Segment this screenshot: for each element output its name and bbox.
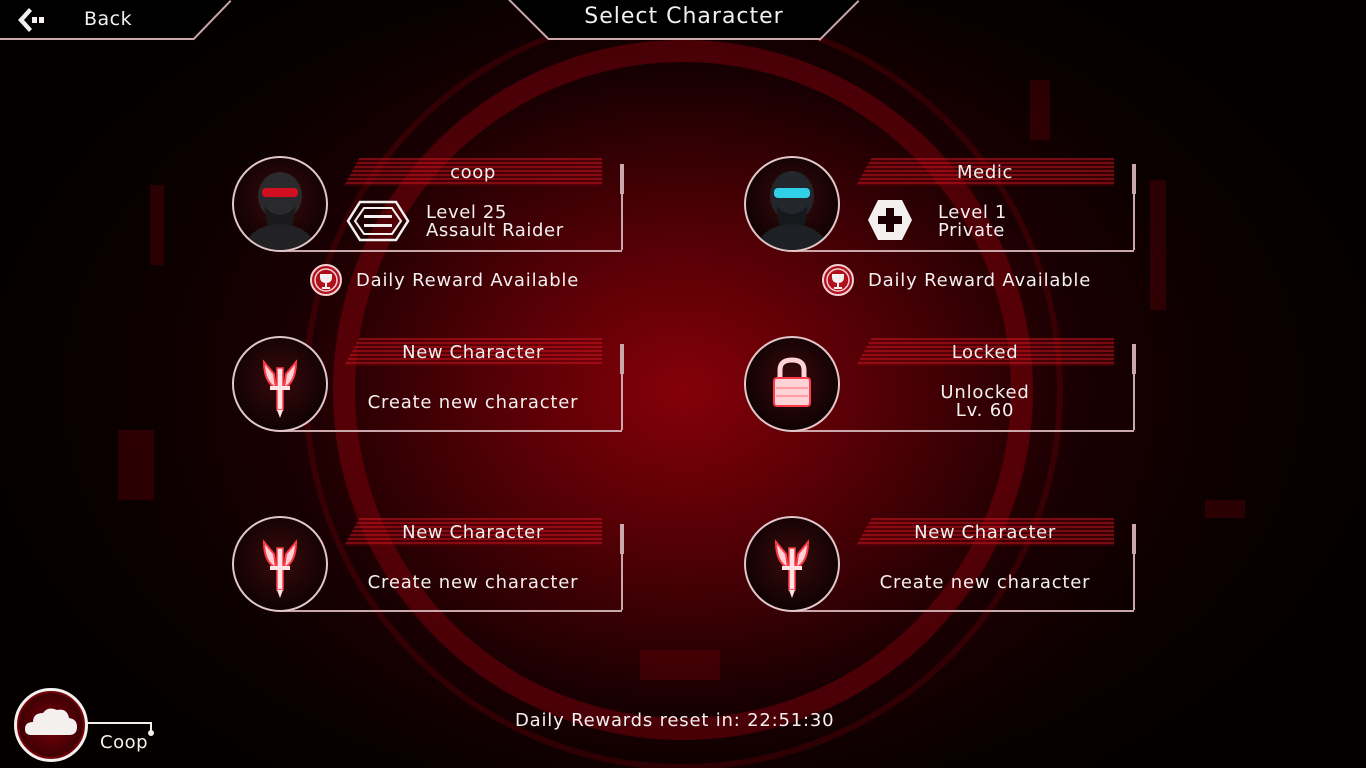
character-class: Private [938, 220, 1005, 241]
slot-frame-accent [1132, 524, 1136, 554]
back-bar-underline [0, 38, 194, 40]
trophy-icon [310, 264, 342, 296]
slot-frame-edge [621, 194, 623, 250]
slot-frame-accent [620, 524, 624, 554]
background-glitch [150, 185, 164, 265]
character-name: coop [450, 162, 496, 183]
slot-frame-edge [621, 554, 623, 610]
title-underline [548, 38, 820, 40]
character-slot-new-1[interactable]: New Character Create new character [232, 336, 624, 436]
character-slot-locked: Locked Unlocked Lv. 60 [744, 336, 1136, 436]
slot-frame-edge [621, 374, 623, 430]
character-name: Medic [957, 162, 1013, 183]
daily-reward-label: Daily Reward Available [868, 270, 1092, 291]
character-slot-coop[interactable]: coop Level 25 Assault Raider [232, 156, 624, 256]
cloud-icon [25, 708, 77, 735]
character-avatar-coop [232, 156, 328, 252]
character-slot-medic[interactable]: Medic Level 1 Private [744, 156, 1136, 256]
slot-title: New Character [914, 522, 1056, 543]
slot-title: Locked [951, 342, 1019, 363]
slot-frame-accent [1132, 344, 1136, 374]
hexagon-rank-icon [346, 200, 410, 246]
page-title: Select Character [584, 4, 784, 29]
profile-connector-dot [148, 730, 154, 736]
slot-frame-edge [1133, 374, 1135, 430]
back-label[interactable]: Back [84, 8, 132, 30]
background-glitch [640, 650, 720, 680]
slot-frame-accent [1132, 164, 1136, 194]
create-character-label: Create new character [879, 572, 1091, 593]
daily-reward-label: Daily Reward Available [356, 270, 580, 291]
winged-dagger-icon [232, 336, 328, 432]
character-slot-new-2[interactable]: New Character Create new character [232, 516, 624, 616]
background [0, 0, 1366, 768]
character-slot-new-3[interactable]: New Character Create new character [744, 516, 1136, 616]
profile-avatar[interactable] [14, 688, 88, 762]
medic-cross-icon [866, 198, 914, 246]
slot-frame-accent [620, 164, 624, 194]
profile-connector [86, 722, 152, 724]
slot-frame-edge [1133, 194, 1135, 250]
winged-dagger-icon [232, 516, 328, 612]
character-class: Assault Raider [426, 220, 564, 241]
back-arrow-icon[interactable] [16, 6, 46, 34]
unlock-level: Lv. 60 [955, 400, 1015, 421]
create-character-label: Create new character [367, 572, 579, 593]
character-avatar-medic [744, 156, 840, 252]
slot-frame-edge [1133, 554, 1135, 610]
background-glitch [1205, 500, 1245, 518]
trophy-icon [822, 264, 854, 296]
slot-title: New Character [402, 522, 544, 543]
daily-rewards-reset-timer: Daily Rewards reset in: 22:51:30 [515, 710, 835, 731]
slot-frame-accent [620, 344, 624, 374]
profile-name[interactable]: Coop [100, 732, 148, 753]
background-glitch [118, 430, 154, 500]
winged-dagger-icon [744, 516, 840, 612]
slot-title: New Character [402, 342, 544, 363]
background-glitch [1030, 80, 1050, 140]
background-glitch [1150, 180, 1166, 310]
create-character-label: Create new character [367, 392, 579, 413]
padlock-icon [744, 336, 840, 432]
